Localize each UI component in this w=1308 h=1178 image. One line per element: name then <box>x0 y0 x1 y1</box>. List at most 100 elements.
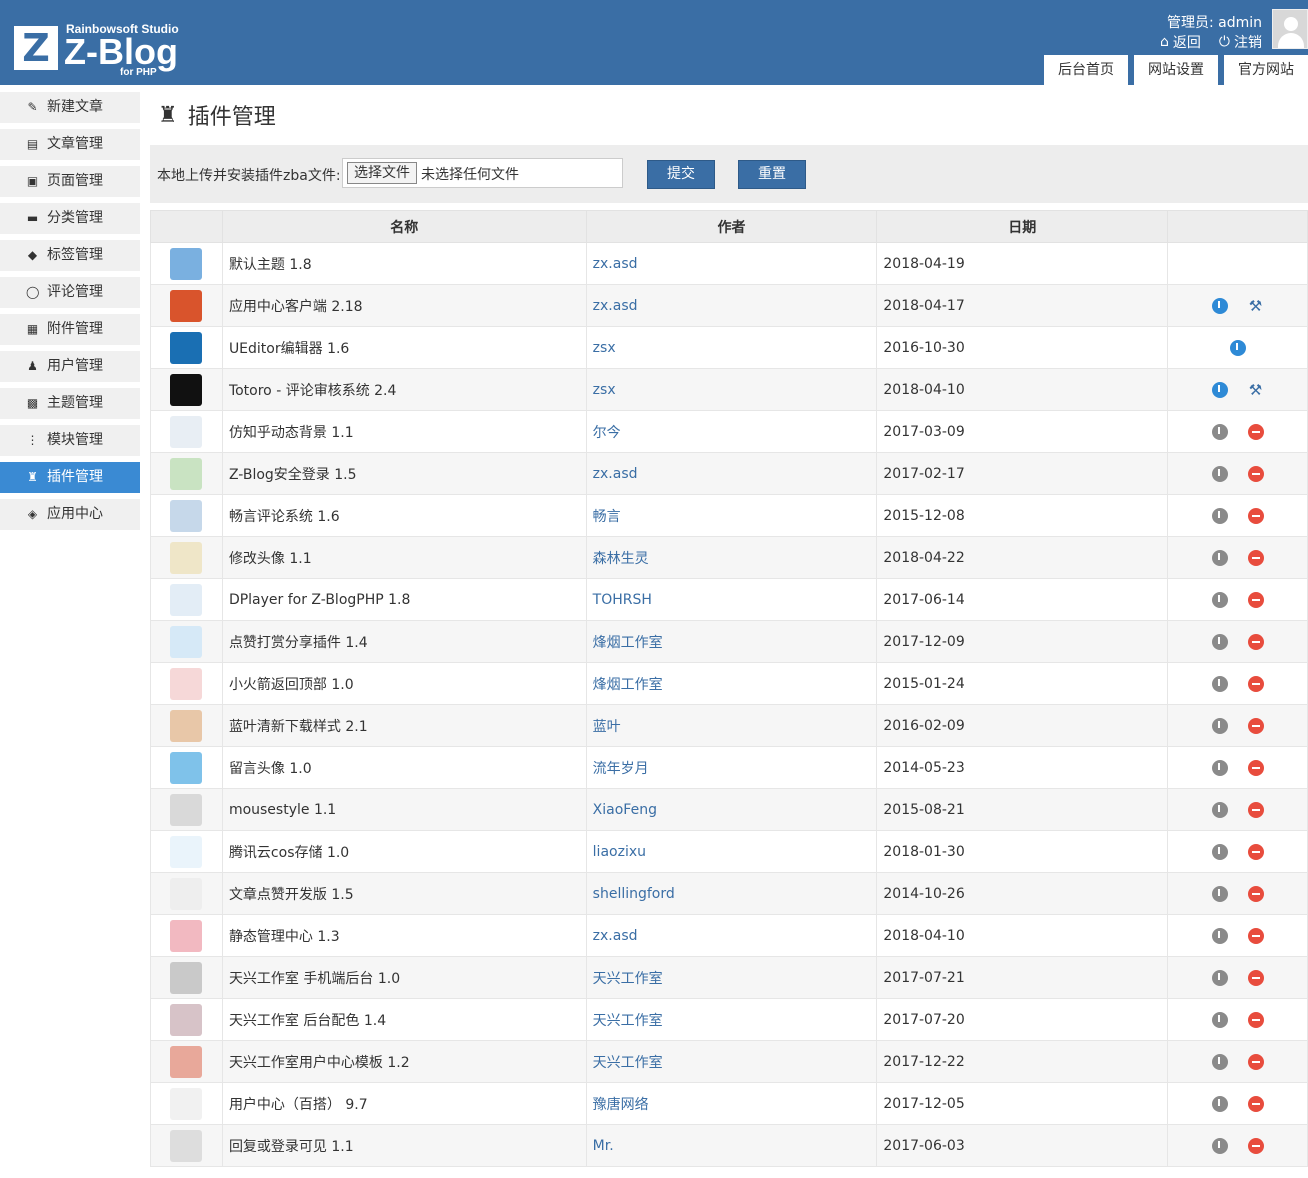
tab-official-site[interactable]: 官方网站 <box>1224 55 1308 85</box>
sidebar-item-attachments[interactable]: ▦ 附件管理 <box>0 314 140 345</box>
back-link[interactable]: ⌂ 返回 <box>1160 32 1201 52</box>
plugin-name: 仿知乎动态背景 1.1 <box>221 410 587 453</box>
enable-plugin-power-icon[interactable] <box>1211 1137 1228 1154</box>
delete-plugin-icon[interactable] <box>1247 633 1264 650</box>
plugin-actions <box>1167 620 1308 663</box>
enable-plugin-power-icon[interactable] <box>1211 843 1228 860</box>
sidebar-item-modules[interactable]: ⋮ 模块管理 <box>0 425 140 456</box>
delete-plugin-icon[interactable] <box>1247 885 1264 902</box>
sidebar-item-pages[interactable]: ▣ 页面管理 <box>0 166 140 197</box>
plugin-author[interactable]: zx.asd <box>585 284 878 327</box>
plugin-icon-cell <box>150 284 223 327</box>
delete-plugin-icon[interactable] <box>1247 591 1264 608</box>
plugin-date: 2018-04-17 <box>876 284 1169 327</box>
delete-plugin-icon[interactable] <box>1247 507 1264 524</box>
enable-plugin-power-icon[interactable] <box>1211 969 1228 986</box>
enable-plugin-power-icon[interactable] <box>1211 507 1228 524</box>
enable-plugin-power-icon[interactable] <box>1211 633 1228 650</box>
tab-dashboard[interactable]: 后台首页 <box>1044 55 1128 85</box>
enable-plugin-power-icon[interactable] <box>1211 1053 1228 1070</box>
plugin-author[interactable]: 流年岁月 <box>585 746 878 789</box>
plugin-author[interactable]: 豫唐网络 <box>585 1082 878 1125</box>
sidebar-item-tags[interactable]: ◆ 标签管理 <box>0 240 140 271</box>
sidebar-item-categories[interactable]: ▬ 分类管理 <box>0 203 140 234</box>
delete-plugin-icon[interactable] <box>1247 801 1264 818</box>
disable-plugin-power-icon[interactable] <box>1211 297 1228 314</box>
plugin-author[interactable]: 森林生灵 <box>585 536 878 579</box>
enable-plugin-power-icon[interactable] <box>1211 675 1228 692</box>
sidebar-item-new-article[interactable]: ✎ 新建文章 <box>0 92 140 123</box>
delete-plugin-icon[interactable] <box>1247 1137 1264 1154</box>
plugin-logo-icon <box>170 961 203 994</box>
plugin-author[interactable]: zx.asd <box>585 452 878 495</box>
sidebar-item-users[interactable]: ♟ 用户管理 <box>0 351 140 382</box>
plugin-actions <box>1167 998 1308 1041</box>
delete-plugin-icon[interactable] <box>1247 1095 1264 1112</box>
sidebar-item-themes[interactable]: ▩ 主题管理 <box>0 388 140 419</box>
enable-plugin-power-icon[interactable] <box>1211 423 1228 440</box>
plugin-author[interactable]: XiaoFeng <box>585 788 878 831</box>
enable-plugin-power-icon[interactable] <box>1211 465 1228 482</box>
disable-plugin-power-icon[interactable] <box>1211 381 1228 398</box>
plugin-author[interactable]: liaozixu <box>585 830 878 873</box>
table-row: 默认主题 1.8 zx.asd 2018-04-19 <box>150 242 1308 285</box>
plugin-author[interactable]: 天兴工作室 <box>585 998 878 1041</box>
enable-plugin-power-icon[interactable] <box>1211 717 1228 734</box>
delete-plugin-icon[interactable] <box>1247 549 1264 566</box>
enable-plugin-power-icon[interactable] <box>1211 885 1228 902</box>
submit-button[interactable]: 提交 <box>647 160 715 189</box>
plugin-date: 2017-06-03 <box>876 1124 1169 1167</box>
plugin-author[interactable]: 烽烟工作室 <box>585 662 878 705</box>
file-input[interactable]: 选择文件 未选择任何文件 <box>342 158 623 188</box>
delete-plugin-icon[interactable] <box>1247 1011 1264 1028</box>
plugin-author[interactable]: 蓝叶 <box>585 704 878 747</box>
plugin-author[interactable]: zx.asd <box>585 242 878 285</box>
delete-plugin-icon[interactable] <box>1247 465 1264 482</box>
delete-plugin-icon[interactable] <box>1247 759 1264 776</box>
plugin-author[interactable]: Mr. <box>585 1124 878 1167</box>
delete-plugin-icon[interactable] <box>1247 423 1264 440</box>
logo[interactable]: Z Rainbowsoft Studio Z-Blog for PHP <box>14 22 189 82</box>
plugin-author[interactable]: 畅言 <box>585 494 878 537</box>
enable-plugin-power-icon[interactable] <box>1211 549 1228 566</box>
table-row: 仿知乎动态背景 1.1 尔今 2017-03-09 <box>150 410 1308 453</box>
header-actions <box>1167 210 1308 243</box>
delete-plugin-icon[interactable] <box>1247 969 1264 986</box>
plugin-author[interactable]: 烽烟工作室 <box>585 620 878 663</box>
delete-plugin-icon[interactable] <box>1247 927 1264 944</box>
sidebar-item-appcenter[interactable]: ◈ 应用中心 <box>0 499 140 530</box>
plugin-author[interactable]: 天兴工作室 <box>585 956 878 999</box>
plugin-name: 天兴工作室用户中心模板 1.2 <box>221 1040 587 1083</box>
plugin-settings-tool-icon[interactable]: ⚒ <box>1248 298 1264 314</box>
plugin-author[interactable]: 天兴工作室 <box>585 1040 878 1083</box>
choose-file-button[interactable]: 选择文件 <box>347 162 417 184</box>
sidebar-item-articles[interactable]: ▤ 文章管理 <box>0 129 140 160</box>
plugin-author[interactable]: 尔今 <box>585 410 878 453</box>
plugin-author[interactable]: shellingford <box>585 872 878 915</box>
power-icon: ⏻ <box>1218 34 1230 50</box>
sidebar-item-label: 主题管理 <box>47 395 103 411</box>
enable-plugin-power-icon[interactable] <box>1211 1011 1228 1028</box>
avatar[interactable] <box>1272 9 1308 49</box>
delete-plugin-icon[interactable] <box>1247 843 1264 860</box>
plugin-author[interactable]: TOHRSH <box>585 578 878 621</box>
logout-link[interactable]: ⏻ 注销 <box>1219 32 1262 52</box>
plugin-author[interactable]: zsx <box>585 368 878 411</box>
table-row: 静态管理中心 1.3 zx.asd 2018-04-10 <box>150 914 1308 957</box>
delete-plugin-icon[interactable] <box>1247 675 1264 692</box>
sidebar-item-comments[interactable]: ◯ 评论管理 <box>0 277 140 308</box>
plugin-settings-tool-icon[interactable]: ⚒ <box>1248 382 1264 398</box>
tab-site-settings[interactable]: 网站设置 <box>1134 55 1218 85</box>
sidebar-item-plugins[interactable]: ♜ 插件管理 <box>0 462 140 493</box>
enable-plugin-power-icon[interactable] <box>1211 759 1228 776</box>
enable-plugin-power-icon[interactable] <box>1211 591 1228 608</box>
plugin-author[interactable]: zsx <box>585 326 878 369</box>
plugin-author[interactable]: zx.asd <box>585 914 878 957</box>
enable-plugin-power-icon[interactable] <box>1211 801 1228 818</box>
delete-plugin-icon[interactable] <box>1247 717 1264 734</box>
enable-plugin-power-icon[interactable] <box>1211 1095 1228 1112</box>
reset-button[interactable]: 重置 <box>738 160 806 189</box>
disable-plugin-power-icon[interactable] <box>1229 339 1246 356</box>
delete-plugin-icon[interactable] <box>1247 1053 1264 1070</box>
enable-plugin-power-icon[interactable] <box>1211 927 1228 944</box>
